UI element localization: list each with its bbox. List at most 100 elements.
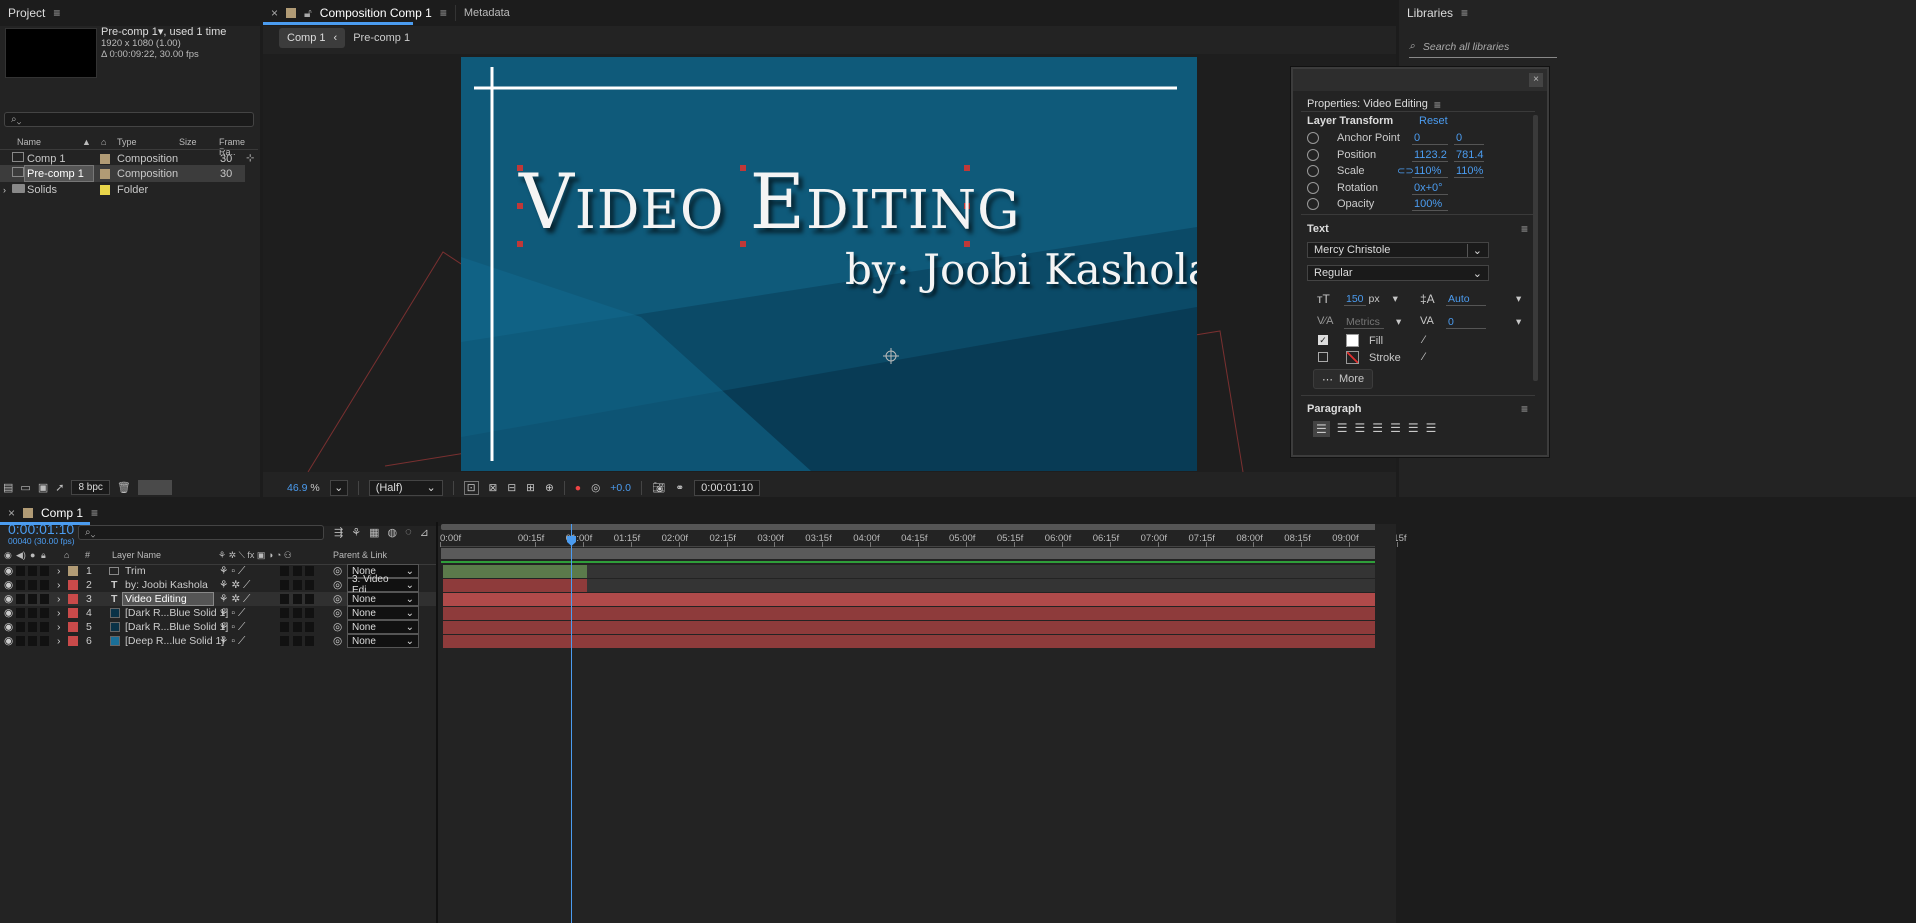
frame-blending-icon[interactable]: ◍: [388, 526, 398, 539]
project-title[interactable]: Project: [8, 6, 45, 20]
label-tag-icon[interactable]: ⌂: [64, 550, 69, 560]
eyedropper-icon[interactable]: ⁄: [1423, 334, 1425, 346]
layer-switches[interactable]: ⚘ ▫ ⟋: [219, 621, 245, 634]
layer-switches[interactable]: ⚘ ▫ ⟋: [219, 565, 245, 578]
parent-dropdown[interactable]: None ⌄: [347, 606, 419, 620]
chevron-right-icon[interactable]: ›: [57, 621, 61, 633]
project-row-selected[interactable]: Pre-comp 1 Composition 30: [0, 165, 245, 182]
lock-icon[interactable]: 🔒︎: [41, 550, 46, 561]
chevron-right-icon[interactable]: ›: [57, 635, 61, 647]
lock-icon[interactable]: 🔓︎: [304, 6, 312, 21]
resolution-dropdown[interactable]: (Half) ⌄: [368, 479, 443, 496]
stopwatch-icon[interactable]: [1307, 132, 1319, 144]
parent-dropdown[interactable]: None ⌄: [347, 620, 419, 634]
video-toggle-icon[interactable]: ◉: [4, 550, 12, 561]
solo-icon[interactable]: ●: [30, 550, 35, 560]
timeline-search-input[interactable]: ⌕⌄: [78, 525, 324, 540]
label-swatch[interactable]: [68, 566, 78, 576]
layer-row[interactable]: ◉ › 4 [Dark R...Blue Solid 1] ⚘ ▫ ⟋ ◎ No…: [0, 606, 436, 620]
chevron-right-icon[interactable]: ›: [57, 607, 61, 619]
graph-editor-icon[interactable]: ⊿: [420, 526, 429, 539]
render-icon[interactable]: ➚: [55, 481, 64, 494]
stroke-checkbox[interactable]: [1318, 352, 1328, 362]
justify-all-icon[interactable]: ☰: [1426, 421, 1437, 437]
panel-menu-icon[interactable]: ≡: [53, 6, 60, 20]
libraries-title[interactable]: Libraries: [1407, 6, 1453, 20]
panel-menu-icon[interactable]: ≡: [440, 6, 447, 20]
layer-row[interactable]: ◉ › 5 [Dark R...Blue Solid 1] ⚘ ▫ ⟋ ◎ No…: [0, 620, 436, 634]
snapshot-camera-icon[interactable]: 📷︎: [652, 481, 665, 494]
font-size-value[interactable]: 150: [1344, 293, 1366, 306]
justify-center-icon[interactable]: ☰: [1390, 421, 1401, 437]
motion-blur-icon[interactable]: ◌: [405, 526, 412, 539]
justify-left-icon[interactable]: ☰: [1372, 421, 1383, 437]
close-icon[interactable]: ×: [8, 506, 15, 520]
canvas-subtitle-text[interactable]: by: Joobi Kashola: [845, 245, 1197, 294]
project-search-input[interactable]: ⌕⌄: [4, 112, 254, 127]
libraries-search-input[interactable]: Search all libraries: [1423, 41, 1509, 53]
layer-bar-byline[interactable]: [443, 579, 587, 592]
pick-whip-icon[interactable]: ◎: [333, 635, 342, 647]
eye-icon[interactable]: ◉: [4, 635, 13, 647]
position-y-value[interactable]: 781.4: [1454, 149, 1484, 162]
stopwatch-icon[interactable]: [1307, 198, 1319, 210]
align-right-icon[interactable]: ☰: [1355, 421, 1366, 437]
canvas[interactable]: Video Editing by: Joobi Kashola: [461, 57, 1197, 471]
layer-name[interactable]: by: Joobi Kashola: [125, 579, 208, 591]
layer-switches[interactable]: ⚘ ▫ ⟋: [219, 635, 245, 648]
layer-bar-solid[interactable]: [443, 635, 1375, 648]
composition-viewer[interactable]: Video Editing by: Joobi Kashola: [263, 54, 1396, 472]
chevron-right-icon[interactable]: ›: [57, 565, 61, 577]
layer-name[interactable]: Video Editing: [125, 593, 187, 605]
layer-bar-video-editing[interactable]: [443, 593, 1375, 606]
new-composition-icon[interactable]: ▣: [38, 481, 48, 494]
timeline-current-time[interactable]: 0:00:01:10: [8, 521, 74, 537]
eye-icon[interactable]: ◉: [4, 593, 13, 605]
project-row[interactable]: › Solids Folder: [0, 181, 258, 198]
pick-whip-icon[interactable]: ◎: [333, 593, 342, 605]
align-center-icon[interactable]: ☰: [1337, 421, 1348, 437]
align-left-icon[interactable]: ☰: [1313, 421, 1330, 437]
label-swatch[interactable]: [68, 608, 78, 618]
layer-name[interactable]: Trim: [125, 565, 146, 577]
layer-switches[interactable]: ⚘ ✲ ⟋: [219, 593, 250, 606]
layer-bar-trim[interactable]: [443, 565, 587, 578]
color-channels-icon[interactable]: ●: [575, 482, 581, 494]
section-menu-icon[interactable]: ≡: [1521, 222, 1528, 236]
layer-switches[interactable]: ⚘ ✲ ⟋: [219, 579, 250, 592]
zoom-value[interactable]: 46.9: [287, 482, 307, 494]
fill-checkbox[interactable]: ✓: [1318, 335, 1328, 345]
playhead[interactable]: [571, 524, 572, 923]
panel-menu-icon[interactable]: ≡: [1434, 98, 1441, 112]
layer-bar-solid[interactable]: [443, 607, 1375, 620]
label-swatch[interactable]: [68, 580, 78, 590]
audio-toggle-icon[interactable]: ◀): [16, 550, 26, 561]
color-management-icon[interactable]: ◎: [591, 482, 600, 494]
panel-menu-icon[interactable]: ≡: [91, 506, 98, 520]
layer-row[interactable]: ◉ › 6 [Deep R...lue Solid 1] ⚘ ▫ ⟋ ◎ Non…: [0, 634, 436, 648]
interpret-footage-icon[interactable]: ▤: [3, 481, 13, 494]
eyedropper-icon[interactable]: ⁄: [1423, 351, 1425, 363]
anchor-x-value[interactable]: 0: [1412, 132, 1448, 145]
chevron-right-icon[interactable]: ›: [57, 593, 61, 605]
tab-composition[interactable]: Composition Comp 1: [320, 6, 432, 20]
reset-button[interactable]: Reset: [1419, 115, 1448, 127]
label-swatch[interactable]: [100, 153, 110, 164]
stroke-color-swatch[interactable]: [1346, 351, 1359, 364]
time-ruler[interactable]: 0:00f 00:15f 01:00f 01:15f 02:00f 02:15f 03:00…: [440, 531, 1407, 547]
properties-scrollbar[interactable]: [1533, 115, 1538, 381]
chevron-right-icon[interactable]: ›: [57, 579, 61, 591]
draft-3d-icon[interactable]: ⚘: [351, 526, 361, 539]
close-icon[interactable]: ×: [271, 6, 278, 20]
switches-icons[interactable]: ⚘ ✲ ⟍ fx ▣ ◑ ◔ ⚇: [218, 550, 292, 561]
eye-icon[interactable]: ◉: [4, 621, 13, 633]
layer-row-selected[interactable]: ◉ › 3 T Video Editing ⚘ ✲ ⟋ ◎ None ⌄: [0, 592, 436, 606]
fill-color-swatch[interactable]: [1346, 334, 1359, 347]
eye-icon[interactable]: ◉: [4, 607, 13, 619]
opacity-value[interactable]: 100%: [1412, 198, 1448, 211]
more-button[interactable]: ⋯ More: [1313, 369, 1374, 389]
zoom-dropdown[interactable]: ⌄: [329, 479, 348, 496]
chevron-down-icon[interactable]: ▾: [1516, 293, 1521, 306]
label-swatch[interactable]: [68, 594, 78, 604]
color-swatch-button[interactable]: [137, 479, 172, 495]
